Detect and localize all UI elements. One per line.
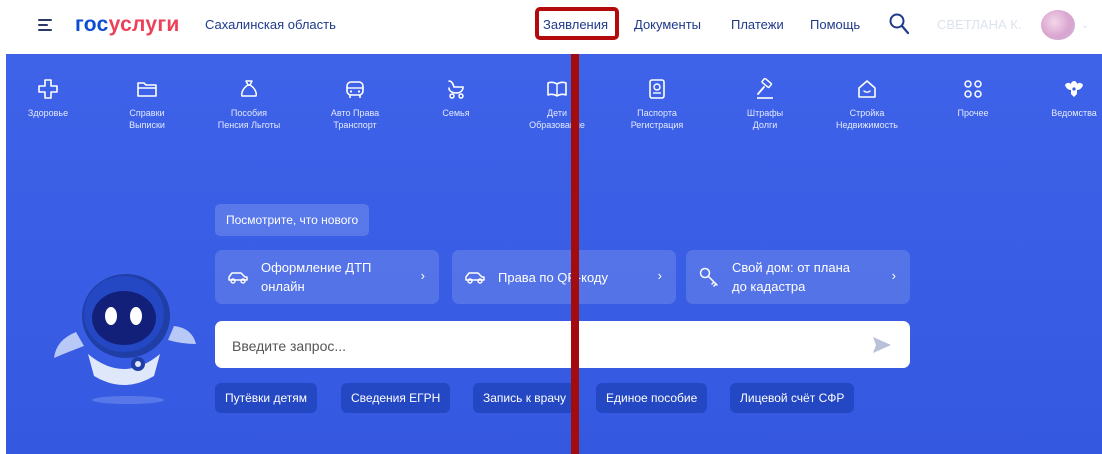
category-other[interactable]: Прочее (928, 78, 1018, 119)
chip-egrn-info[interactable]: Сведения ЕГРН (341, 383, 451, 413)
chip-doctor-appointment[interactable]: Запись к врачу (473, 383, 577, 413)
menu-icon[interactable] (38, 18, 52, 32)
chip-unified-benefit[interactable]: Единое пособие (596, 383, 708, 413)
health-cross-icon (38, 79, 58, 99)
money-bag-icon (241, 80, 257, 97)
quick-card-own-house[interactable]: Свой дом: от плана до кадастра › (686, 250, 910, 304)
category-passports[interactable]: Паспорта Регистрация (612, 78, 702, 131)
car-front-icon (346, 81, 364, 98)
gavel-icon (757, 78, 773, 99)
car-icon (228, 272, 248, 284)
chevron-right-icon: › (891, 268, 896, 283)
chip-child-trips[interactable]: Путёвки детям (215, 383, 317, 413)
category-certificates[interactable]: Справки Выписки (102, 78, 192, 131)
highlight-annotation-box (535, 7, 619, 40)
chevron-right-icon: › (420, 268, 425, 283)
quick-card-license-qr[interactable]: Права по QR-коду › (452, 250, 676, 304)
chip-sfr-account[interactable]: Лицевой счёт СФР (730, 383, 855, 413)
nav-payments[interactable]: Платежи (731, 17, 784, 32)
category-bar: Здоровье Справки Выписки Пособия Пенсия … (6, 54, 1102, 164)
search-box (215, 321, 910, 370)
nav-help[interactable]: Помощь (810, 17, 860, 32)
house-icon (858, 80, 876, 98)
chevron-right-icon: › (657, 268, 662, 283)
whats-new-button[interactable]: Посмотрите, что нового (215, 204, 370, 236)
folder-icon (137, 82, 157, 97)
search-icon[interactable] (888, 12, 910, 36)
key-icon (699, 267, 718, 287)
category-auto[interactable]: Авто Права Транспорт (310, 78, 400, 131)
nav-documents[interactable]: Документы (634, 17, 701, 32)
hero-banner: Здоровье Справки Выписки Пособия Пенсия … (6, 54, 1102, 454)
top-bar: госуслуги Сахалинская область Заявления … (0, 0, 1102, 54)
grid-icon (964, 80, 982, 98)
send-arrow-icon[interactable] (871, 334, 893, 356)
chevron-down-icon[interactable]: ⌄ (1081, 20, 1089, 31)
user-name[interactable]: СВЕТЛАНА К. (937, 17, 1021, 32)
quick-card-dtp-online[interactable]: Оформление ДТП онлайн › (215, 250, 439, 304)
category-departments[interactable]: Ведомства (1029, 78, 1102, 119)
region-selector[interactable]: Сахалинская область (205, 17, 336, 32)
category-construction[interactable]: Стройка Недвижимость (822, 78, 912, 131)
search-input[interactable] (230, 321, 874, 370)
coat-of-arms-icon (1065, 81, 1083, 97)
category-fines[interactable]: Штрафы Долги (720, 78, 810, 131)
passport-icon (649, 79, 665, 99)
avatar[interactable] (1041, 10, 1075, 40)
book-icon (547, 81, 567, 97)
annotation-line (571, 54, 579, 454)
category-benefits[interactable]: Пособия Пенсия Льготы (204, 78, 294, 131)
stroller-icon (448, 80, 464, 99)
robot-mascot-illustration (54, 274, 196, 404)
gosuslugi-logo[interactable]: госуслуги (75, 13, 180, 37)
category-family[interactable]: Семья (411, 78, 501, 119)
car-icon (465, 272, 485, 284)
category-children-education[interactable]: Дети Образование (512, 78, 602, 131)
category-health[interactable]: Здоровье (6, 78, 93, 119)
